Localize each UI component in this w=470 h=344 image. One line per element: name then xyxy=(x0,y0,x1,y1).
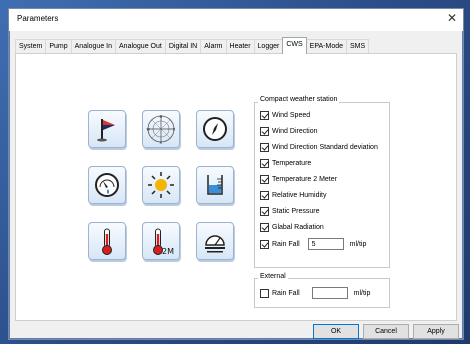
checkbox[interactable] xyxy=(260,222,269,232)
cb-static-pressure[interactable]: Static Pressure xyxy=(260,205,319,217)
tab-analogue-out[interactable]: Analogue Out xyxy=(115,39,166,54)
humidity-icon[interactable] xyxy=(196,166,234,204)
compass-icon[interactable] xyxy=(196,110,234,148)
tab-digital-in[interactable]: Digital IN xyxy=(164,39,202,54)
parameters-dialog: Parameters ✕ System Pump Analogue In Ana… xyxy=(8,8,464,340)
cancel-button[interactable]: Cancel xyxy=(363,324,409,339)
cb-label: Rain Fall xyxy=(272,240,300,248)
checkbox[interactable] xyxy=(260,142,269,152)
cb-label: Static Pressure xyxy=(272,207,320,215)
tab-heater[interactable]: Heater xyxy=(225,39,255,54)
svg-text:N: N xyxy=(160,115,163,119)
rain-fall-input[interactable]: 5 xyxy=(307,238,344,250)
window-title: Parameters xyxy=(17,14,59,23)
cb-label: Wind Speed xyxy=(272,111,311,119)
wind-flag-icon[interactable] xyxy=(88,110,126,148)
tab-strip: System Pump Analogue In Analogue Out Dig… xyxy=(15,37,370,54)
title-bar: Parameters ✕ xyxy=(9,9,463,31)
cb-relative-humidity[interactable]: Relative Humidity xyxy=(260,189,326,201)
tab-system[interactable]: System xyxy=(15,39,47,54)
svg-text:E: E xyxy=(173,128,175,132)
checkbox[interactable] xyxy=(260,206,269,216)
external-rain-fall-unit: ml/tip xyxy=(353,289,371,297)
external-rain-fall-input[interactable] xyxy=(311,287,348,299)
tab-alarm[interactable]: Alarm xyxy=(200,39,227,54)
checkbox[interactable] xyxy=(260,174,269,184)
sun-icon[interactable] xyxy=(142,166,180,204)
cws-panel: NESW 2M Compact weather station Wind Spe… xyxy=(15,53,457,321)
cb-label: Wind Direction xyxy=(272,127,318,135)
gauge-icon[interactable] xyxy=(88,166,126,204)
checkbox[interactable] xyxy=(260,288,269,298)
checkbox[interactable] xyxy=(260,126,269,136)
ok-button[interactable]: OK xyxy=(313,324,359,339)
pressure-icon[interactable] xyxy=(196,222,234,260)
cb-label: Glabal Radiation xyxy=(272,223,324,231)
tab-analogue-in[interactable]: Analogue In xyxy=(70,39,117,54)
tab-pump[interactable]: Pump xyxy=(45,39,72,54)
cb-temperature-2m[interactable]: Temperature 2 Meter xyxy=(260,173,337,185)
cb-label: Relative Humidity xyxy=(272,191,327,199)
cb-label: Wind Direction Standard deviation xyxy=(272,143,378,151)
thermometer-2m-icon[interactable]: 2M xyxy=(142,222,180,260)
cb-rain-fall[interactable]: Rain Fall 5 ml/tip xyxy=(260,237,366,251)
tab-epa-mode[interactable]: EPA-Mode xyxy=(305,39,348,54)
cb-wind-direction[interactable]: Wind Direction xyxy=(260,125,318,137)
cb-global-radiation[interactable]: Glabal Radiation xyxy=(260,221,324,233)
checkbox[interactable] xyxy=(260,158,269,168)
apply-button[interactable]: Apply xyxy=(413,324,459,339)
cb-wind-direction-stddev[interactable]: Wind Direction Standard deviation xyxy=(260,141,378,153)
cb-wind-speed[interactable]: Wind Speed xyxy=(260,109,310,121)
checkbox[interactable] xyxy=(260,239,269,249)
thermometer-icon[interactable] xyxy=(88,222,126,260)
cws-group-label: Compact weather station xyxy=(258,96,340,103)
rain-fall-unit: ml/tip xyxy=(349,240,367,248)
cb-label: Temperature xyxy=(272,159,312,167)
cb-external-rain-fall[interactable]: Rain Fall ml/tip xyxy=(260,286,370,300)
external-group-label: External xyxy=(258,273,288,280)
checkbox[interactable] xyxy=(260,110,269,120)
tab-logger[interactable]: Logger xyxy=(253,39,284,54)
wind-rose-icon[interactable]: NESW xyxy=(142,110,180,148)
cb-temperature[interactable]: Temperature xyxy=(260,157,311,169)
cb-label: Temperature 2 Meter xyxy=(272,175,337,183)
close-icon[interactable]: ✕ xyxy=(447,11,457,25)
tab-cws[interactable]: CWS xyxy=(282,37,307,54)
checkbox[interactable] xyxy=(260,190,269,200)
thermometer-2m-label: 2M xyxy=(162,247,174,256)
cb-label: Rain Fall xyxy=(272,289,300,297)
svg-text:W: W xyxy=(147,128,151,132)
tab-sms[interactable]: SMS xyxy=(346,39,370,54)
